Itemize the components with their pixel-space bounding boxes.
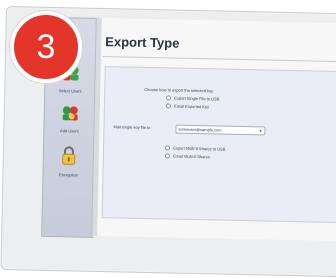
radio-option-label: Email Exported Key: [174, 103, 210, 110]
export-panel: [101, 66, 336, 224]
radio-option-label: Export Multi-It Shares to USB: [173, 145, 226, 152]
add-user-icon: [62, 106, 78, 121]
page-title: Export Type: [105, 34, 180, 51]
radio-option-email-multi[interactable]: Email Multi-It Shares: [164, 153, 210, 160]
radio-button[interactable]: [165, 145, 171, 151]
chevron-down-icon: ▼: [258, 128, 263, 134]
radio-button[interactable]: [165, 103, 171, 109]
mail-key-select[interactable]: someuser@sample.com ▼: [175, 124, 266, 136]
radio-button[interactable]: [164, 153, 170, 159]
sidebar-item-label: Add Users: [60, 128, 79, 134]
padlock-icon: [62, 146, 76, 165]
radio-button[interactable]: [166, 95, 172, 101]
select-label: Mail single key file to:: [113, 124, 152, 131]
sidebar-item-label: Select Users: [58, 88, 82, 94]
step-number: 3: [36, 28, 56, 66]
sidebar-item-add-users[interactable]: Add Users: [49, 104, 90, 134]
step-badge: 3: [10, 11, 82, 83]
sidebar-item-encryption[interactable]: Encryption: [48, 144, 89, 178]
radio-option-email-exported[interactable]: Email Exported Key: [165, 103, 210, 110]
radio-option-label: Export Single File to USB: [174, 95, 220, 102]
radio-option-label: Email Multi-It Shares: [172, 153, 210, 160]
sidebar-item-label: Encryption: [58, 172, 78, 178]
radio-option-export-single-usb[interactable]: Export Single File to USB: [166, 95, 219, 102]
select-value: someuser@sample.com: [178, 126, 222, 133]
screenshot-frame: Select Users Add Users Encryption Export…: [0, 0, 336, 278]
